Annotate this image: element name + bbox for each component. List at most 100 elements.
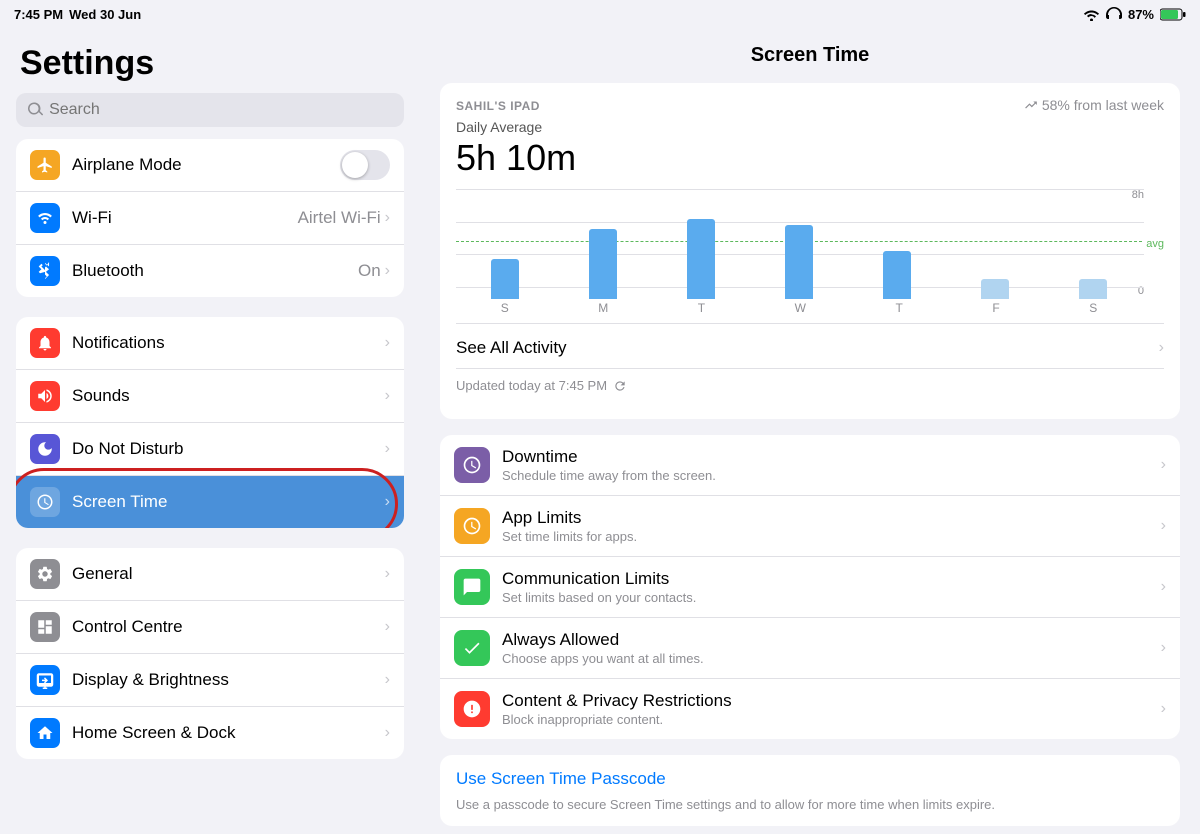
notifications-chevron: › [385, 334, 390, 352]
general-label: General [72, 564, 385, 584]
sidebar-item-homescreen[interactable]: Home Screen & Dock › [16, 707, 404, 759]
bar-m [589, 229, 617, 299]
sidebar-item-sounds[interactable]: Sounds › [16, 370, 404, 423]
feature-row-downtime[interactable]: Downtime Schedule time away from the scr… [440, 435, 1180, 496]
passcode-button[interactable]: Use Screen Time Passcode [456, 769, 1164, 789]
contentprivacy-title: Content & Privacy Restrictions [502, 691, 1161, 711]
divider-2 [456, 368, 1164, 369]
weekly-compare: 58% from last week [1024, 97, 1164, 113]
see-all-row[interactable]: See All Activity › [456, 328, 1164, 364]
sidebar-title: Settings [0, 28, 420, 93]
notifications-icon [36, 334, 54, 352]
controlcentre-label: Control Centre [72, 617, 385, 637]
alwaysallowed-subtitle: Choose apps you want at all times. [502, 651, 1161, 666]
downtime-title: Downtime [502, 447, 1161, 467]
controlcentre-chevron: › [385, 618, 390, 636]
status-bar-left: 7:45 PM Wed 30 Jun [14, 7, 141, 22]
applimits-icon [462, 516, 482, 536]
sidebar-item-notifications[interactable]: Notifications › [16, 317, 404, 370]
sounds-icon [36, 387, 54, 405]
alwaysallowed-text: Always Allowed Choose apps you want at a… [502, 630, 1161, 666]
sidebar-item-airplane[interactable]: Airplane Mode [16, 139, 404, 192]
bluetooth-icon-box [30, 256, 60, 286]
feature-row-contentprivacy[interactable]: Content & Privacy Restrictions Block ina… [440, 679, 1180, 739]
bar-item-s2 [1079, 279, 1107, 299]
wifi-icon-box [30, 203, 60, 233]
wifi-value: Airtel Wi-Fi [298, 208, 381, 228]
time: 7:45 PM [14, 7, 63, 22]
sounds-label: Sounds [72, 386, 385, 406]
search-input[interactable] [49, 101, 392, 119]
bar-s2 [1079, 279, 1107, 299]
display-chevron: › [385, 671, 390, 689]
communicationlimits-icon [462, 577, 482, 597]
sidebar-item-wifi[interactable]: Wi-Fi Airtel Wi-Fi › [16, 192, 404, 245]
day-s1: S [501, 301, 509, 315]
sidebar-item-screentime[interactable]: Screen Time › [16, 476, 404, 528]
downtime-text: Downtime Schedule time away from the scr… [502, 447, 1161, 483]
right-panel: Screen Time SAHIL'S IPAD Daily Average 5… [420, 28, 1200, 834]
alwaysallowed-icon-box [454, 630, 490, 666]
day-s2: S [1089, 301, 1097, 315]
refresh-icon [613, 379, 627, 393]
bar-item-f [981, 279, 1009, 299]
airplane-toggle[interactable] [340, 150, 390, 180]
chart-max-label: 8h [1132, 189, 1144, 201]
display-label: Display & Brightness [72, 670, 385, 690]
bar-s1 [491, 259, 519, 299]
avg-label: avg [1146, 238, 1164, 250]
daily-average-label: Daily Average [456, 119, 1164, 135]
headphones-icon [1106, 7, 1122, 21]
bar-w [785, 225, 813, 299]
sidebar-item-controlcentre[interactable]: Control Centre › [16, 601, 404, 654]
day-m: M [598, 301, 608, 315]
controlcentre-icon [36, 618, 54, 636]
general-icon-box [30, 559, 60, 589]
downtime-subtitle: Schedule time away from the screen. [502, 468, 1161, 483]
sidebar-item-donotdisturb[interactable]: Do Not Disturb › [16, 423, 404, 476]
notifications-icon-box [30, 328, 60, 358]
sidebar-item-general[interactable]: General › [16, 548, 404, 601]
chart-days: S M T W T F S [456, 301, 1142, 315]
alwaysallowed-title: Always Allowed [502, 630, 1161, 650]
battery-level: 87% [1128, 7, 1154, 22]
bluetooth-icon [36, 262, 54, 280]
sidebar-item-display[interactable]: Display & Brightness › [16, 654, 404, 707]
bar-item-s1 [491, 259, 519, 299]
sidebar-item-bluetooth[interactable]: Bluetooth On › [16, 245, 404, 297]
passcode-card: Use Screen Time Passcode Use a passcode … [440, 755, 1180, 826]
contentprivacy-chevron: › [1161, 700, 1166, 718]
daily-time: 5h 10m [456, 137, 576, 179]
feature-row-communicationlimits[interactable]: Communication Limits Set limits based on… [440, 557, 1180, 618]
day-t1: T [698, 301, 705, 315]
battery-icon [1160, 8, 1186, 21]
general-icon [36, 565, 54, 583]
screentime-icon [36, 493, 54, 511]
notifications-label: Notifications [72, 333, 385, 353]
downtime-chevron: › [1161, 456, 1166, 474]
communicationlimits-chevron: › [1161, 578, 1166, 596]
day-t2: T [896, 301, 903, 315]
airplane-icon-box [30, 150, 60, 180]
wifi-chevron: › [385, 209, 390, 227]
bar-item-t2 [883, 251, 911, 299]
sounds-chevron: › [385, 387, 390, 405]
bar-item-w [785, 225, 813, 299]
screentime-icon-box [30, 487, 60, 517]
day-f: F [992, 301, 999, 315]
homescreen-icon-box [30, 718, 60, 748]
applimits-text: App Limits Set time limits for apps. [502, 508, 1161, 544]
bar-f [981, 279, 1009, 299]
feature-row-applimits[interactable]: App Limits Set time limits for apps. › [440, 496, 1180, 557]
screen-time-card: SAHIL'S IPAD Daily Average 5h 10m 58% fr… [440, 83, 1180, 419]
bar-t1 [687, 219, 715, 299]
chart-bars [456, 203, 1142, 299]
feature-row-alwaysallowed[interactable]: Always Allowed Choose apps you want at a… [440, 618, 1180, 679]
applimits-subtitle: Set time limits for apps. [502, 529, 1161, 544]
panel-title: Screen Time [440, 44, 1180, 67]
search-bar[interactable] [16, 93, 404, 127]
status-bar: 7:45 PM Wed 30 Jun 87% [0, 0, 1200, 28]
contentprivacy-icon-box [454, 691, 490, 727]
day-w: W [795, 301, 806, 315]
homescreen-icon [36, 724, 54, 742]
